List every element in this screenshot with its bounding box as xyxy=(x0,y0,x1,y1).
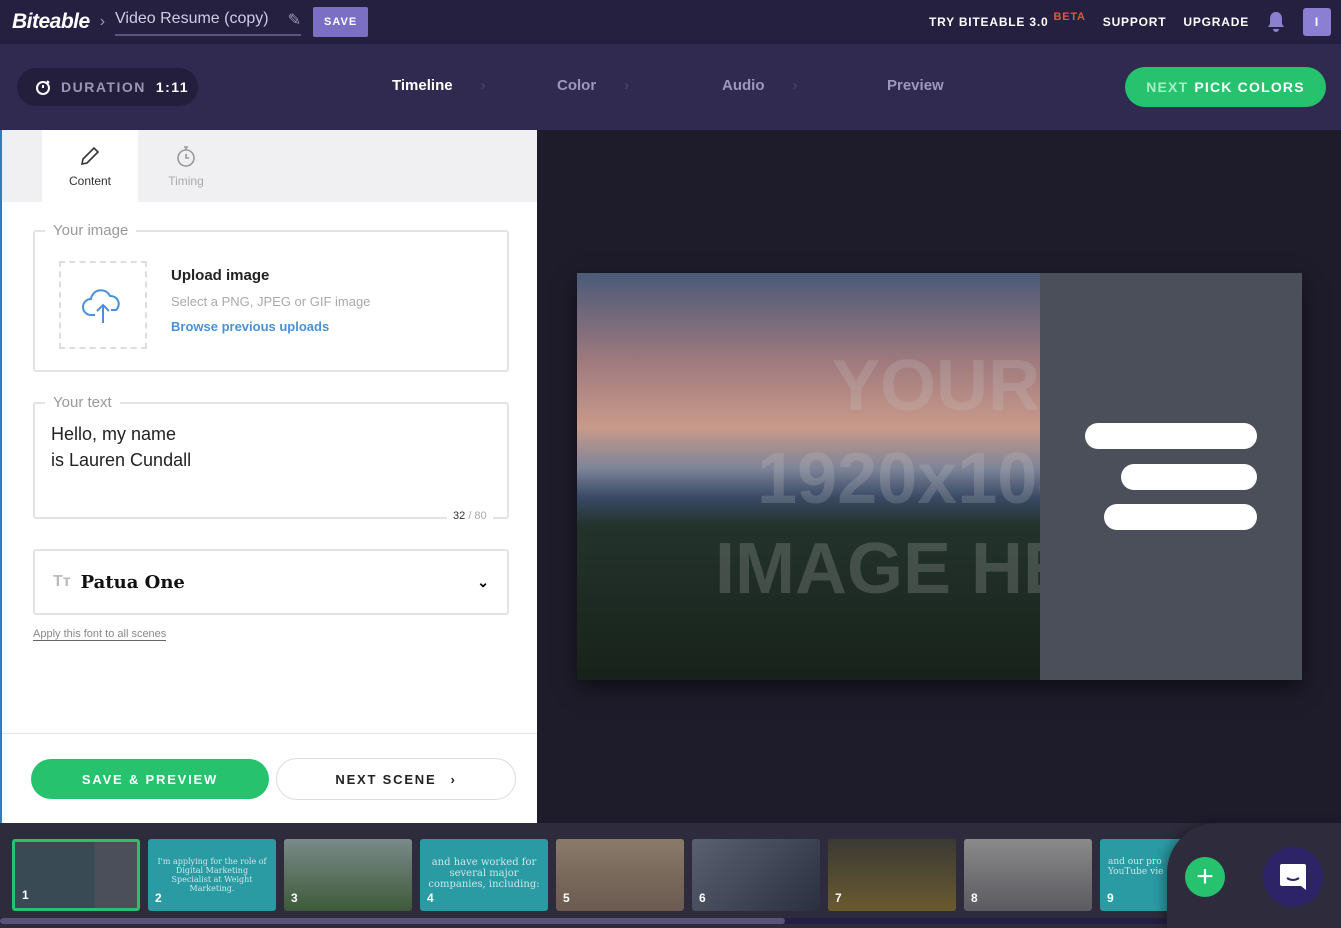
tab-timing[interactable]: Timing xyxy=(138,130,234,202)
next-pick-colors-button[interactable]: NEXT PICK COLORS xyxy=(1125,67,1326,107)
save-preview-button[interactable]: SAVE & PREVIEW xyxy=(31,759,269,799)
filmstrip-scrollbar[interactable] xyxy=(0,918,1180,924)
text-placeholder-bar xyxy=(1104,504,1257,530)
image-fieldset: Your image Upload image Select a PNG, JP… xyxy=(33,222,509,372)
stopwatch-icon xyxy=(174,144,198,168)
scene-thumb-6[interactable]: 6 xyxy=(692,839,820,911)
scene-text: I'm applying for the role of Digital Mar… xyxy=(156,857,268,893)
tab-label: Content xyxy=(69,174,111,188)
text-placeholder-bar xyxy=(1121,464,1257,490)
beta-badge: BETA xyxy=(1053,11,1085,23)
step-label: Color xyxy=(557,77,596,94)
bell-icon[interactable] xyxy=(1266,11,1286,33)
upload-dropzone[interactable] xyxy=(59,261,147,349)
image-legend: Your image xyxy=(45,222,136,239)
scene-number: 1 xyxy=(22,888,29,902)
upload-hint: Select a PNG, JPEG or GIF image xyxy=(171,294,370,309)
scene-thumb-5[interactable]: 5 xyxy=(556,839,684,911)
browse-uploads-link[interactable]: Browse previous uploads xyxy=(171,319,370,334)
step-preview[interactable]: Preview xyxy=(887,77,1052,94)
chevron-right-icon: › xyxy=(481,77,486,94)
scene-number: 4 xyxy=(427,891,434,905)
chevron-right-icon: › xyxy=(793,77,798,94)
stopwatch-icon xyxy=(35,79,51,95)
scene-thumb-8[interactable]: 8 xyxy=(964,839,1092,911)
placeholder-text: 1920x1080 xyxy=(757,438,1040,520)
user-avatar[interactable]: I xyxy=(1303,8,1331,36)
breadcrumb-separator: › xyxy=(100,13,105,31)
chat-support-button[interactable] xyxy=(1263,847,1323,907)
scene-text-input[interactable]: Hello, my nameis Lauren Cundall xyxy=(35,411,507,483)
next-scene-label: NEXT SCENE xyxy=(335,772,436,787)
text-legend: Your text xyxy=(45,394,120,411)
chevron-right-icon: › xyxy=(450,772,456,787)
upgrade-link[interactable]: UPGRADE xyxy=(1183,15,1249,29)
top-bar: Biteable › Video Resume (copy) ✎ SAVE TRY… xyxy=(0,0,1341,44)
scene-number: 3 xyxy=(291,891,298,905)
cloud-upload-icon xyxy=(81,285,125,325)
apply-font-all-link[interactable]: Apply this font to all scenes xyxy=(33,628,166,641)
duration-value: 1:11 xyxy=(156,79,189,95)
next-scene-button[interactable]: NEXT SCENE › xyxy=(276,758,516,800)
scene-number: 2 xyxy=(155,891,162,905)
save-button[interactable]: SAVE xyxy=(313,7,368,37)
tab-content[interactable]: Content xyxy=(42,130,138,202)
chat-icon xyxy=(1279,862,1307,892)
text-placeholder-bar xyxy=(1085,423,1257,449)
biteable-logo[interactable]: Biteable xyxy=(12,10,90,34)
scene-number: 7 xyxy=(835,891,842,905)
step-label: Audio xyxy=(722,77,765,94)
chevron-down-icon: ⌄ xyxy=(477,574,489,591)
try-label: TRY BITEABLE 3.0 xyxy=(929,15,1049,29)
try-biteable-link[interactable]: TRY BITEABLE 3.0BETA xyxy=(929,15,1086,29)
project-title-input[interactable]: Video Resume (copy) ✎ xyxy=(115,8,301,36)
scene-thumb-2[interactable]: I'm applying for the role of Digital Mar… xyxy=(148,839,276,911)
scene-thumb-4[interactable]: and have worked for several major compan… xyxy=(420,839,548,911)
scene-thumb-3[interactable]: 3 xyxy=(284,839,412,911)
scene-background-image: YOUR 1920x1080 IMAGE HERE xyxy=(577,273,1040,680)
text-line: Hello, my name xyxy=(51,421,491,447)
next-label: PICK COLORS xyxy=(1194,79,1304,95)
step-bar: DURATION 1:11 Timeline › Color › Audio › Pre… xyxy=(0,44,1341,130)
scene-text: and have worked for several major compan… xyxy=(428,857,540,890)
add-scene-button[interactable]: + xyxy=(1185,857,1225,897)
duration-label: DURATION xyxy=(61,79,146,95)
upload-image-title[interactable]: Upload image xyxy=(171,267,370,284)
scene-text: and our pro YouTube vie xyxy=(1108,857,1168,877)
next-prefix: NEXT xyxy=(1146,79,1188,95)
char-counter: 32 / 80 xyxy=(447,510,493,522)
chevron-right-icon: › xyxy=(624,77,629,94)
scene-number: 9 xyxy=(1107,891,1114,905)
char-max: / 80 xyxy=(468,510,486,522)
pencil-icon xyxy=(78,144,102,168)
support-link[interactable]: SUPPORT xyxy=(1103,15,1167,29)
duration-badge: DURATION 1:11 xyxy=(17,68,198,106)
scene-thumb-1[interactable]: 1 xyxy=(12,839,140,911)
preview-stage: YOUR 1920x1080 IMAGE HERE xyxy=(537,130,1341,823)
placeholder-text: YOUR xyxy=(832,345,1040,427)
scrollbar-thumb[interactable] xyxy=(0,918,785,924)
step-label: Timeline xyxy=(392,77,453,94)
project-title: Video Resume (copy) xyxy=(115,10,269,30)
scene-thumb-7[interactable]: 7 xyxy=(828,839,956,911)
scene-number: 5 xyxy=(563,891,570,905)
scene-preview[interactable]: YOUR 1920x1080 IMAGE HERE xyxy=(577,273,1302,680)
step-label: Preview xyxy=(887,77,944,94)
scene-editor-panel: Content Timing Your image Upload image S… xyxy=(0,130,537,823)
text-line: is Lauren Cundall xyxy=(51,447,491,473)
font-icon: Tт xyxy=(53,573,71,591)
scene-number: 8 xyxy=(971,891,978,905)
step-audio[interactable]: Audio › xyxy=(722,77,887,94)
edit-pencil-icon[interactable]: ✎ xyxy=(288,10,301,30)
scene-filmstrip: 1 I'm applying for the role of Digital M… xyxy=(0,823,1341,928)
text-fieldset: Your text Hello, my nameis Lauren Cundal… xyxy=(33,394,509,519)
step-timeline[interactable]: Timeline › xyxy=(392,77,557,94)
font-select[interactable]: Tт Patua One ⌄ xyxy=(33,549,509,615)
scene-number: 6 xyxy=(699,891,706,905)
tab-label: Timing xyxy=(168,174,204,188)
step-color[interactable]: Color › xyxy=(557,77,722,94)
char-count: 32 xyxy=(453,510,465,522)
placeholder-text: IMAGE HERE xyxy=(715,528,1040,610)
font-name: Patua One xyxy=(81,572,185,593)
